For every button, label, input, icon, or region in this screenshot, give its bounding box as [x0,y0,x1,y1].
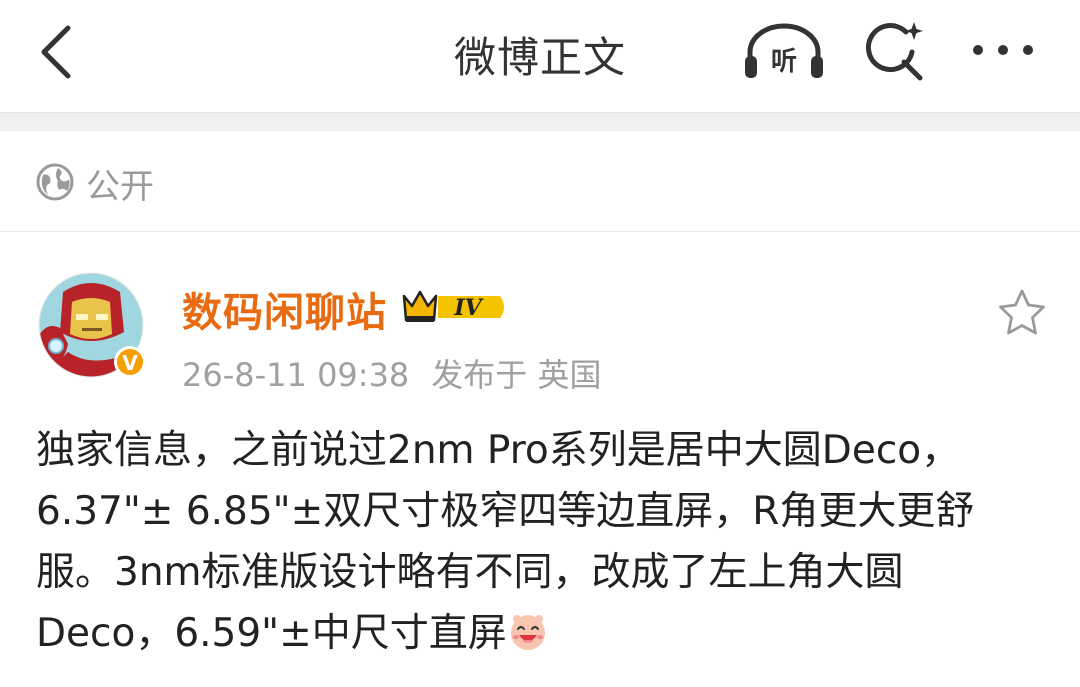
ironman-avatar: V [38,272,146,378]
section-divider [0,112,1080,131]
svg-text:听: 听 [771,47,797,77]
top-bar: 微博正文 听 [0,0,1080,112]
globe-icon [36,163,74,201]
favorite-button[interactable] [996,288,1048,338]
post-source: 发布于 英国 [431,356,602,394]
svg-text:IV: IV [453,295,483,321]
headphones-listen-icon: 听 [745,23,823,78]
post-body: 独家信息，之前说过2nm Pro系列是居中大圆Deco， 6.37"± 6.85… [36,420,1046,664]
post-time: 26-8-11 09:38 [182,356,410,394]
post-text-line: 服。3nm标准版设计略有不同，改成了左上角大圆 [36,550,904,595]
post-text-line: 独家信息，之前说过2nm Pro系列是居中大圆Deco， [36,428,961,473]
author-avatar[interactable]: V [38,272,146,378]
vip-level-badge[interactable]: IV [402,286,510,328]
laughing-emoji [510,615,545,650]
post-text-line: 6.37"± 6.85"±双尺寸极窄四等边直屏，R角更大更舒 [36,489,975,534]
verified-badge: V [122,351,138,375]
post-text-last: Deco，6.59"±中尺寸直屏 [36,603,1046,664]
post-meta: 26-8-11 09:38 发布于 英国 [182,350,623,396]
weibo-post: V 数码闲聊站 IV 26-8-11 09:38 发布于 英国 独家信息，之前说过… [0,232,1080,687]
author-name[interactable]: 数码闲聊站 [182,280,387,338]
search-button[interactable] [862,18,926,82]
more-button[interactable] [970,30,1036,70]
star-outline-icon [999,289,1045,335]
visibility-label: 公开 [86,167,154,207]
visibility-row: 公开 [0,131,1080,232]
listen-button[interactable]: 听 [742,22,826,82]
search-sparkle-icon [865,22,923,81]
post-text-line: Deco，6.59"±中尺寸直屏 [36,611,507,656]
more-dots-icon [973,45,1033,55]
